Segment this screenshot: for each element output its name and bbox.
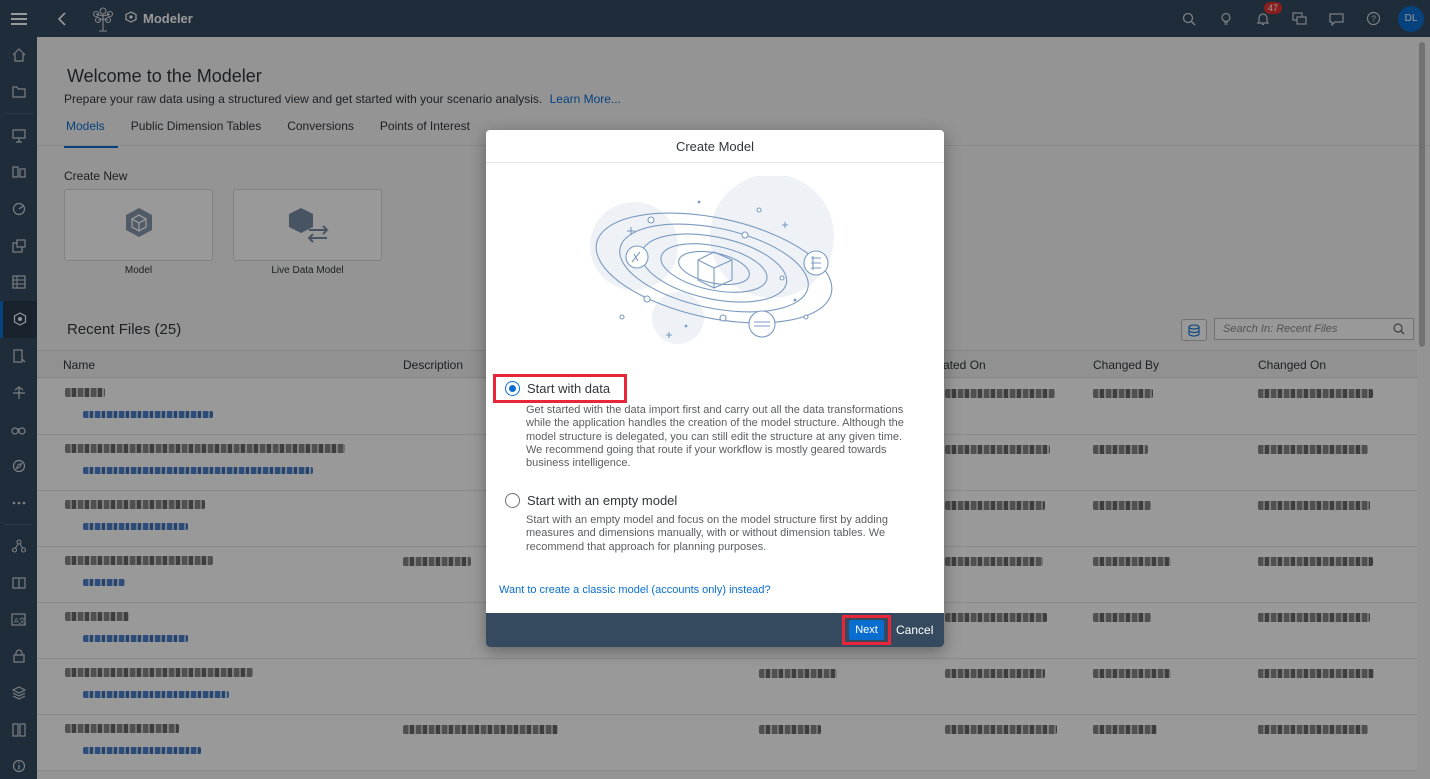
next-button[interactable]: Next	[849, 620, 884, 640]
start-with-data-radio[interactable]	[505, 381, 520, 396]
dialog-title: Create Model	[486, 130, 944, 163]
next-button-highlight[interactable]: Next	[842, 615, 891, 645]
create-model-dialog: Create Model Start with data Get started…	[486, 130, 944, 647]
start-with-data-highlight[interactable]: Start with data	[493, 374, 627, 403]
galaxy-illustration	[590, 176, 834, 344]
dialog-footer: Next Cancel	[486, 613, 944, 647]
classic-model-link[interactable]: Want to create a classic model (accounts…	[499, 584, 771, 596]
start-with-data-description: Get started with the data import first a…	[526, 404, 904, 470]
start-with-data-label[interactable]: Start with data	[527, 381, 610, 396]
start-with-empty-model-description: Start with an empty model and focus on t…	[526, 514, 888, 553]
start-with-empty-model-label[interactable]: Start with an empty model	[527, 493, 677, 508]
start-with-empty-model-radio[interactable]	[505, 493, 520, 508]
cancel-button[interactable]: Cancel	[896, 623, 933, 637]
